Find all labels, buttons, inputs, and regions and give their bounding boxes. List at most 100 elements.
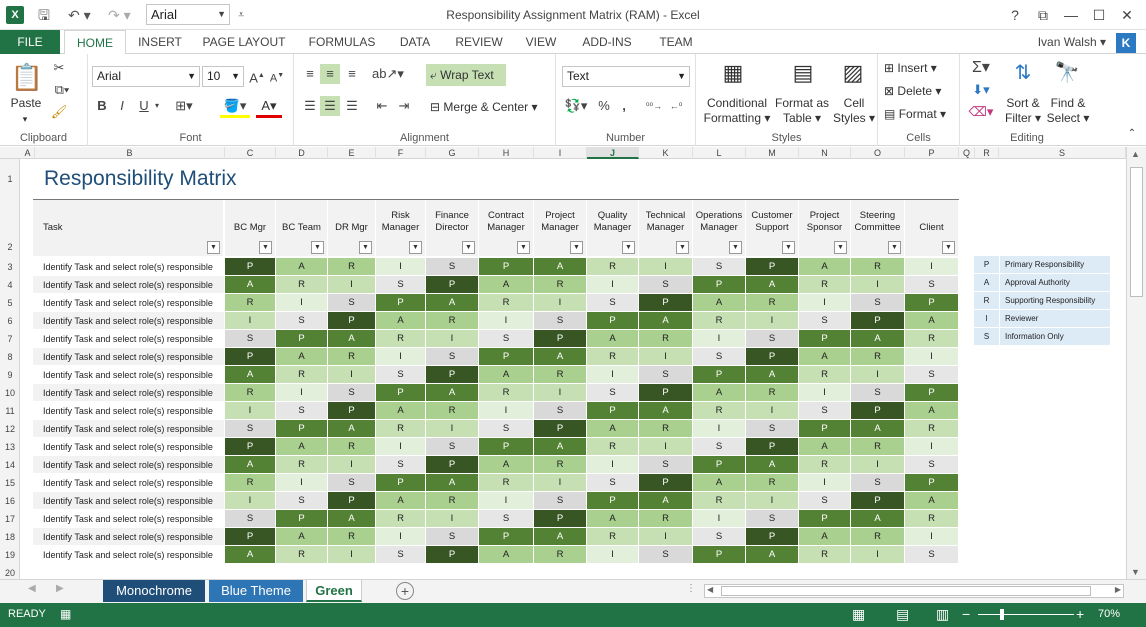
font-color-icon[interactable]: A▾ (256, 96, 282, 118)
add-sheet-icon[interactable]: + (396, 582, 414, 600)
row-header-20[interactable]: 20 (0, 564, 20, 579)
role-cell[interactable]: S (328, 294, 376, 312)
role-cell[interactable]: I (851, 276, 905, 294)
role-cell[interactable]: R (851, 438, 905, 456)
role-cell[interactable]: A (225, 456, 276, 474)
column-header-m[interactable]: M (746, 147, 799, 159)
font-size-select[interactable]: 10 ▼ (202, 66, 244, 87)
role-cell[interactable]: S (851, 294, 905, 312)
role-cell[interactable]: S (639, 546, 693, 564)
sheet-tab[interactable]: Blue Theme (209, 580, 303, 602)
role-cell[interactable]: I (693, 510, 746, 528)
role-cell[interactable]: R (376, 420, 426, 438)
format-cells-button[interactable]: ▤ Format ▾ (884, 104, 958, 124)
prev-sheet-icon[interactable]: ◀ (28, 583, 36, 594)
role-cell[interactable]: S (426, 348, 479, 366)
role-cell[interactable]: P (587, 312, 639, 330)
filter-dropdown-icon[interactable]: ▼ (676, 241, 689, 254)
zoom-in-icon[interactable]: + (1076, 606, 1084, 622)
role-cell[interactable]: R (587, 258, 639, 276)
sort-filter-button[interactable]: Sort & Filter ▾ (1002, 96, 1044, 126)
tab-review[interactable]: REVIEW (450, 30, 508, 54)
role-cell[interactable]: S (426, 258, 479, 276)
role-cell[interactable]: R (225, 384, 276, 402)
tab-insert[interactable]: INSERT (132, 30, 188, 54)
role-cell[interactable]: P (746, 528, 799, 546)
close-icon[interactable]: ✕ (1116, 5, 1138, 25)
role-cell[interactable]: P (693, 366, 746, 384)
column-header-b[interactable]: B (35, 147, 225, 159)
column-header-i[interactable]: I (534, 147, 587, 159)
role-cell[interactable]: S (479, 330, 534, 348)
role-cell[interactable]: S (376, 276, 426, 294)
role-cell[interactable]: S (851, 474, 905, 492)
role-cell[interactable]: R (479, 294, 534, 312)
role-cell[interactable]: P (225, 348, 276, 366)
role-cell[interactable]: S (587, 294, 639, 312)
role-cell[interactable]: P (376, 384, 426, 402)
role-cell[interactable]: I (639, 348, 693, 366)
column-header-f[interactable]: F (376, 147, 426, 159)
role-cell[interactable]: R (639, 330, 693, 348)
cut-icon[interactable]: ✂ (50, 58, 68, 78)
role-cell[interactable]: R (799, 546, 851, 564)
role-cell[interactable]: R (693, 402, 746, 420)
horizontal-scrollbar[interactable]: ◀ ▶ (704, 584, 1124, 598)
paste-button[interactable]: Paste (6, 96, 46, 110)
task-cell[interactable]: Identify Task and select role(s) respons… (33, 438, 224, 456)
format-as-table-icon[interactable]: ▤ (788, 60, 818, 86)
role-cell[interactable]: I (851, 456, 905, 474)
role-cell[interactable]: R (905, 510, 959, 528)
role-cell[interactable]: A (693, 294, 746, 312)
zoom-level[interactable]: 70% (1098, 608, 1120, 620)
role-cell[interactable]: I (587, 456, 639, 474)
role-cell[interactable]: R (328, 348, 376, 366)
role-cell[interactable]: P (905, 474, 959, 492)
role-cell[interactable]: A (693, 384, 746, 402)
role-cell[interactable]: I (746, 492, 799, 510)
role-cell[interactable]: I (328, 276, 376, 294)
role-cell[interactable]: P (746, 348, 799, 366)
page-break-view-icon[interactable]: ▥ (936, 606, 949, 623)
find-select-icon[interactable]: 🔭 (1052, 60, 1082, 85)
scroll-thumb[interactable] (1130, 167, 1143, 297)
chevron-down-icon[interactable]: ▾ (152, 96, 162, 116)
format-painter-icon[interactable]: 🖌 (50, 102, 68, 122)
role-cell[interactable]: I (905, 438, 959, 456)
role-cell[interactable]: S (905, 366, 959, 384)
role-cell[interactable]: I (225, 492, 276, 510)
role-cell[interactable]: R (479, 474, 534, 492)
scroll-right-icon[interactable]: ▶ (1115, 585, 1121, 594)
macro-record-icon[interactable]: ▦ (60, 607, 71, 621)
role-cell[interactable]: S (328, 474, 376, 492)
role-cell[interactable]: I (276, 294, 328, 312)
role-cell[interactable]: I (587, 366, 639, 384)
currency-icon[interactable]: 💱▾ (562, 96, 590, 116)
role-cell[interactable]: P (479, 528, 534, 546)
tab-formulas[interactable]: FORMULAS (302, 30, 382, 54)
role-cell[interactable]: P (534, 420, 587, 438)
role-cell[interactable]: I (376, 528, 426, 546)
align-bottom-icon[interactable]: ≡ (342, 64, 362, 84)
role-cell[interactable]: A (587, 330, 639, 348)
chevron-down-icon[interactable]: ▾ (20, 114, 30, 125)
role-cell[interactable]: I (799, 384, 851, 402)
role-cell[interactable]: R (276, 456, 328, 474)
filter-dropdown-icon[interactable]: ▼ (942, 241, 955, 254)
row-header-11[interactable]: 11 (0, 402, 20, 420)
format-as-table-button[interactable]: Format as Table ▾ (774, 96, 830, 126)
role-cell[interactable]: S (426, 528, 479, 546)
role-cell[interactable]: R (534, 276, 587, 294)
conditional-formatting-button[interactable]: Conditional Formatting ▾ (702, 96, 772, 126)
role-cell[interactable]: S (693, 258, 746, 276)
role-cell[interactable]: R (328, 438, 376, 456)
role-cell[interactable]: I (799, 474, 851, 492)
normal-view-icon[interactable]: ▦ (852, 606, 865, 623)
role-cell[interactable]: A (799, 438, 851, 456)
role-cell[interactable]: P (799, 330, 851, 348)
role-cell[interactable]: R (587, 528, 639, 546)
column-header-c[interactable]: C (225, 147, 276, 159)
role-cell[interactable]: A (851, 420, 905, 438)
role-cell[interactable]: A (746, 546, 799, 564)
role-cell[interactable]: R (746, 384, 799, 402)
